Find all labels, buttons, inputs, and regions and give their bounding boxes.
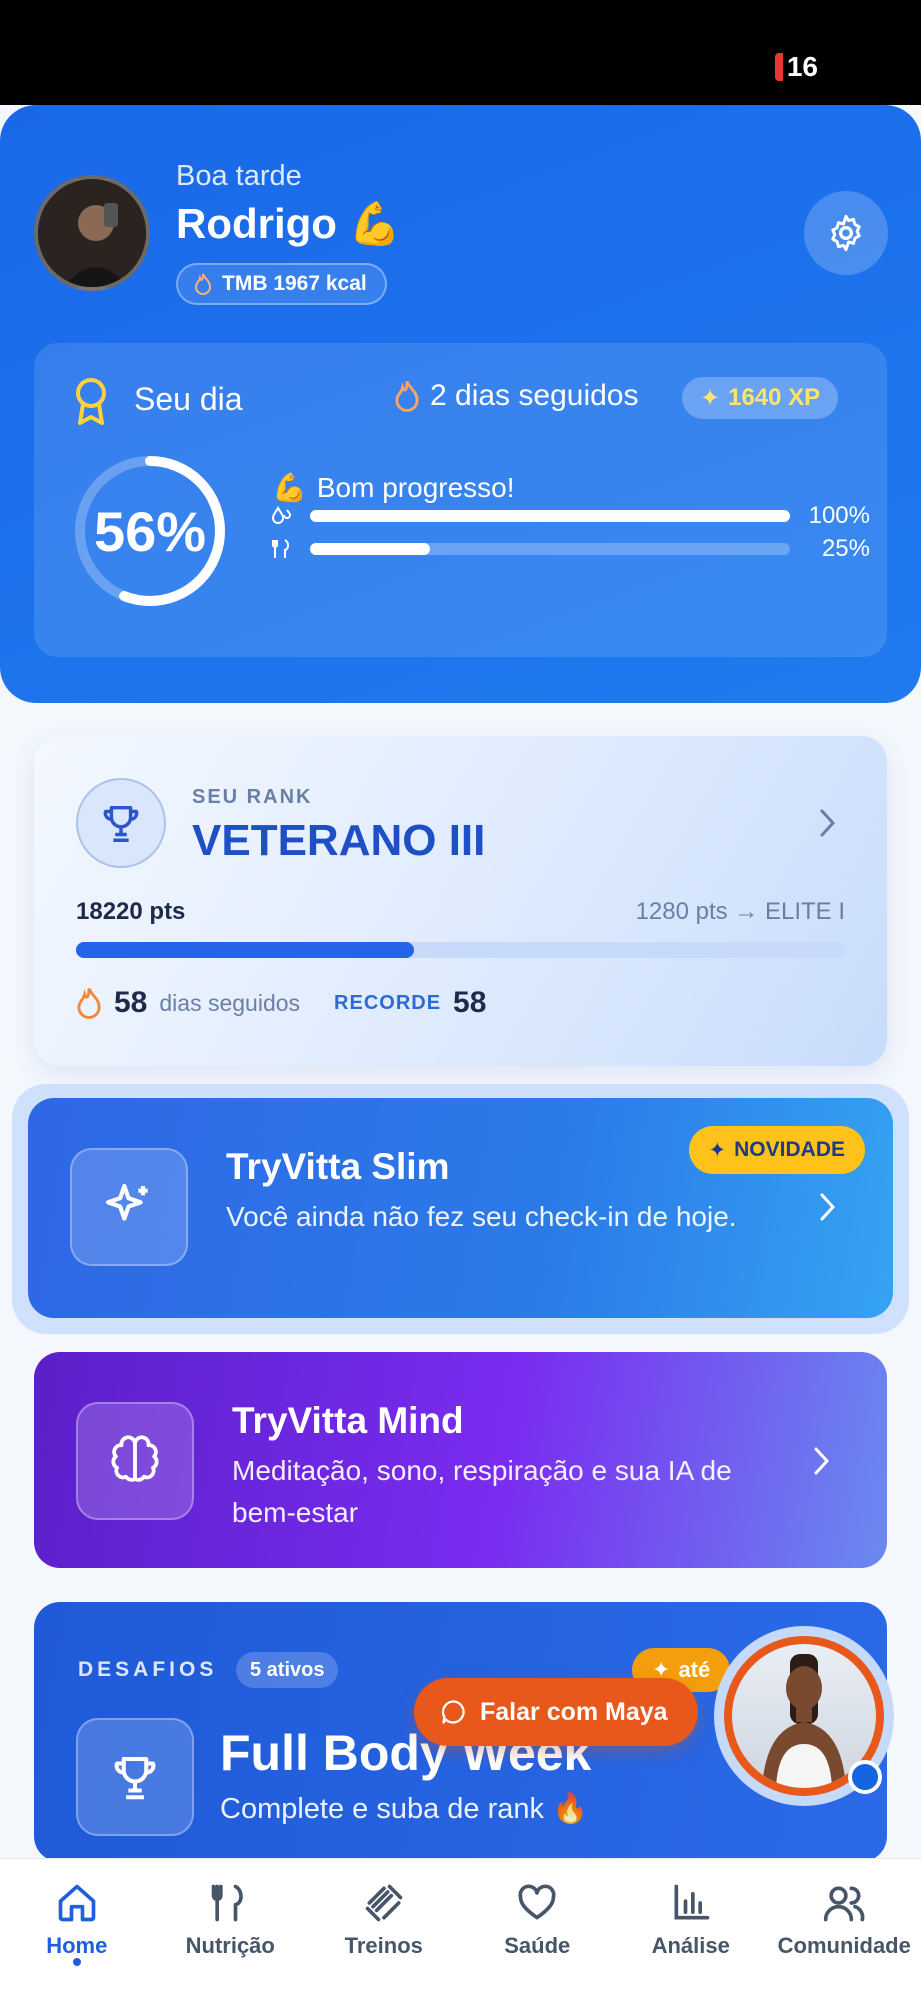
tryvitta-slim-card[interactable]: TryVitta Slim Você ainda não fez seu che… [28,1098,893,1318]
utensils-icon [211,1884,244,1922]
rank-next-goal: 1280 pts → ELITE I [635,898,845,925]
tab-analise[interactable]: Análise [614,1859,768,2000]
battery-icon [774,53,783,81]
flexed-arm-icon: 💪 [272,472,307,503]
gear-icon [831,214,861,252]
progress-message: 💪 Bom progresso! [272,471,515,504]
talk-to-maya-button[interactable]: Falar com Maya [414,1678,698,1746]
nutrition-progress-track [310,543,790,555]
water-drops-icon [270,504,302,528]
tab-nutricao[interactable]: Nutrição [154,1859,308,2000]
rank-label: SEU RANK [192,786,313,808]
avatar[interactable] [34,175,150,291]
daily-summary-card[interactable]: Seu dia 2 dias seguidos ✦ 1640 XP 56% 💪 … [34,343,887,657]
tab-home-label: Home [46,1933,108,1958]
xp-label: 1640 XP [728,384,821,411]
mind-title: TryVitta Mind [232,1400,464,1441]
sparkle-icon: ✦ [700,384,721,412]
streak-days-value: 58 [114,986,148,1019]
tab-comunidade-label: Comunidade [777,1933,911,1958]
dumbbell-icon [365,1884,403,1922]
streak-days-label: dias seguidos [159,989,301,1016]
nutrition-progress-row: 25% [270,534,870,564]
day-title: Seu dia [134,381,243,417]
tryvitta-mind-card[interactable]: TryVitta Mind Meditação, sono, respiraçã… [34,1352,887,1568]
nutrition-progress-label: 25% [821,535,870,562]
rank-name: VETERANO III [192,816,486,865]
water-progress-label: 100% [808,502,870,529]
utensils-icon [270,537,302,561]
status-bar: 16 [0,0,921,105]
tab-treinos[interactable]: Treinos [307,1859,461,2000]
challenge-icon-box [76,1718,194,1836]
nutrition-progress-fill [310,543,430,555]
tmb-badge: TMB 1967 kcal [176,263,387,305]
flame-icon [77,987,101,1019]
new-badge: ✦ NOVIDADE [688,1126,865,1174]
tab-saude[interactable]: Saúde [461,1859,615,2000]
chevron-right-icon [820,809,836,837]
rank-stats: 58 dias seguidos RECORDE 58 [76,986,486,1020]
chevron-right-icon [820,1193,836,1221]
trophy-icon [103,805,139,842]
mind-icon-box [76,1402,194,1520]
challenges-tag-label: até [678,1657,711,1682]
bottom-tab-bar: Home Nutrição Treinos Saúde Análise Comu… [0,1858,921,2000]
home-icon [58,1884,96,1922]
battery-level: 16 [786,51,818,82]
tab-nutricao-label: Nutrição [185,1933,275,1958]
record-value: 58 [453,986,487,1019]
users-icon [824,1886,865,1922]
challenges-count: 5 ativos [236,1652,339,1688]
progress-message-text: Bom progresso! [316,471,515,503]
rank-points: 18220 pts [76,898,186,925]
tab-saude-label: Saúde [504,1933,571,1958]
trophy-icon [114,1756,156,1800]
battery-indicator: 16 [774,51,818,83]
slim-icon-box [70,1148,188,1266]
record-label: RECORDE [334,991,442,1014]
day-streak: 2 dias seguidos [394,379,638,413]
online-indicator [848,1760,882,1794]
bar-chart-icon [674,1884,710,1920]
tab-treinos-label: Treinos [344,1933,423,1958]
xp-badge: ✦ 1640 XP [682,377,839,419]
active-tab-indicator [72,1958,81,1966]
new-badge-label: NOVIDADE [734,1138,845,1161]
flame-icon [395,380,419,412]
rank-progress-track [76,942,845,958]
challenge-subtitle: Complete e suba de rank 🔥 [220,1793,589,1825]
challenges-label: DESAFIOS [78,1658,218,1681]
user-photo-icon [38,179,146,287]
heart-icon [518,1884,556,1920]
rank-trophy [76,778,166,868]
sparkle-icon: ✦ [708,1138,727,1162]
award-icon [76,378,106,425]
rank-card[interactable]: SEU RANK VETERANO III 18220 pts 1280 pts… [34,736,887,1066]
slim-subtitle: Você ainda não fez seu check-in de hoje. [226,1201,737,1232]
header-panel: Boa tarde Rodrigo 💪 TMB 1967 kcal Seu di… [0,105,921,703]
mind-subtitle: Meditação, sono, respiração e sua IA de … [232,1455,732,1528]
day-percent: 56% [93,499,207,563]
maya-button-label: Falar com Maya [480,1697,668,1726]
water-progress-track [310,510,790,522]
water-progress-fill [310,510,790,522]
rank-progress-fill [76,942,415,958]
streak-label: 2 dias seguidos [430,379,639,412]
water-progress-row: 100% [270,501,870,531]
slim-title: TryVitta Slim [226,1146,450,1187]
tab-home[interactable]: Home [0,1859,154,2000]
sparkles-icon [105,1183,148,1221]
chat-bubble-icon [441,1700,465,1724]
brain-icon [111,1435,159,1482]
settings-button[interactable] [804,191,888,275]
greeting-text: Boa tarde [176,160,302,192]
user-name: Rodrigo 💪 [176,200,401,247]
tmb-label: TMB 1967 kcal [222,272,367,295]
tab-analise-label: Análise [651,1933,730,1958]
chevron-right-icon [814,1447,830,1475]
tab-comunidade[interactable]: Comunidade [768,1859,921,2000]
flame-icon [194,273,212,295]
